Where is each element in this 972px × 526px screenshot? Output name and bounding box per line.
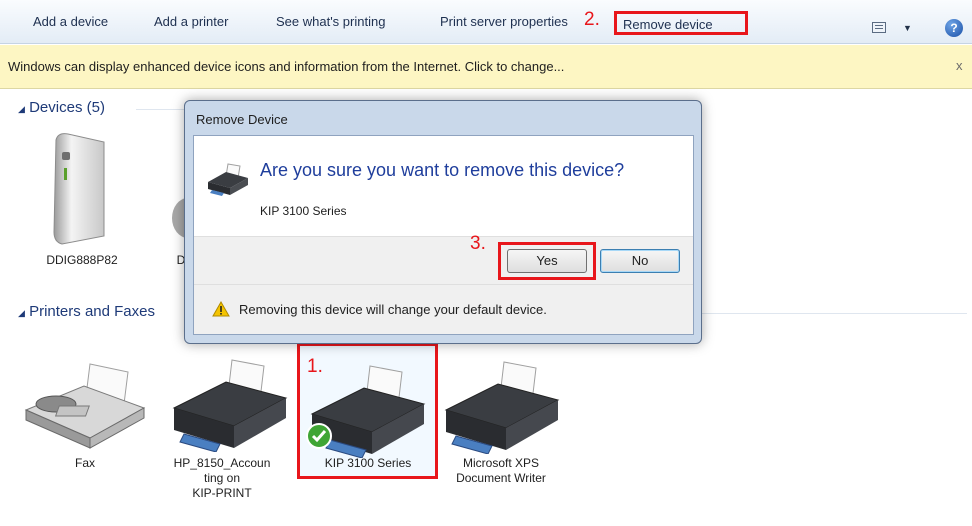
change-view-icon[interactable] bbox=[872, 22, 886, 33]
remove-device-button[interactable]: Remove device bbox=[614, 11, 748, 35]
info-bar-close-button[interactable]: x bbox=[956, 58, 963, 73]
command-bar: Add a device Add a printer See what's pr… bbox=[0, 0, 972, 44]
dialog-warning-text: Removing this device will change your de… bbox=[239, 302, 547, 317]
info-bar-text[interactable]: Windows can display enhanced device icon… bbox=[8, 59, 564, 74]
printer-label: Fax bbox=[74, 456, 95, 470]
printer-label-line: KIP-PRINT bbox=[192, 486, 252, 500]
help-icon[interactable]: ? bbox=[945, 19, 963, 37]
printer-label-line: Document Writer bbox=[456, 471, 546, 485]
group-divider bbox=[702, 313, 967, 314]
annotation-step-2: 2. bbox=[584, 9, 600, 30]
print-server-properties-button[interactable]: Print server properties bbox=[440, 14, 568, 29]
printers-group-label: Printers and Faxes bbox=[29, 303, 155, 320]
devices-group-header[interactable]: ◢ Devices (5) bbox=[18, 99, 105, 116]
printer-label-line: HP_8150_Accoun bbox=[173, 456, 271, 470]
printer-label: Microsoft XPS Document Writer bbox=[436, 456, 566, 486]
add-printer-button[interactable]: Add a printer bbox=[154, 14, 228, 29]
warning-icon bbox=[212, 301, 230, 317]
printer-label: KIP 3100 Series bbox=[324, 456, 412, 470]
collapse-triangle-icon: ◢ bbox=[18, 104, 25, 114]
printer-icon[interactable] bbox=[168, 356, 290, 452]
dialog-body: Are you sure you want to remove this dev… bbox=[193, 135, 694, 335]
view-options-dropdown-icon[interactable]: ▼ bbox=[903, 23, 912, 33]
collapse-triangle-icon: ◢ bbox=[18, 308, 25, 318]
see-whats-printing-button[interactable]: See what's printing bbox=[276, 14, 385, 29]
dialog-heading: Are you sure you want to remove this dev… bbox=[260, 160, 625, 180]
dialog-warning-area: Removing this device will change your de… bbox=[194, 284, 693, 334]
fax-icon[interactable] bbox=[20, 360, 150, 450]
no-button[interactable]: No bbox=[600, 249, 680, 273]
printers-group-header[interactable]: ◢ Printers and Faxes bbox=[18, 303, 155, 320]
printer-icon bbox=[208, 163, 248, 196]
printer-label-line: ting on bbox=[203, 471, 241, 485]
info-bar[interactable]: Windows can display enhanced device icon… bbox=[0, 45, 972, 89]
default-printer-check-icon bbox=[306, 423, 332, 449]
group-divider bbox=[136, 109, 184, 110]
dialog-title: Remove Device bbox=[196, 112, 288, 127]
remove-device-dialog: Remove Device Are you sure you want to r… bbox=[184, 100, 702, 344]
printer-label: HP_8150_Accoun ting on KIP-PRINT bbox=[152, 456, 292, 501]
desktop-tower-icon[interactable] bbox=[48, 132, 108, 246]
device-label: DDIG888P82 bbox=[46, 253, 118, 267]
annotation-step-3: 3. bbox=[470, 233, 486, 254]
printer-icon[interactable] bbox=[440, 358, 562, 454]
devices-group-label: Devices (5) bbox=[29, 99, 105, 116]
printer-label-line: Microsoft XPS bbox=[462, 456, 540, 470]
add-device-button[interactable]: Add a device bbox=[33, 14, 108, 29]
dialog-button-area: 3. Yes No bbox=[194, 233, 693, 284]
yes-button-highlight bbox=[498, 242, 596, 280]
dialog-device-name: KIP 3100 Series bbox=[260, 204, 347, 218]
